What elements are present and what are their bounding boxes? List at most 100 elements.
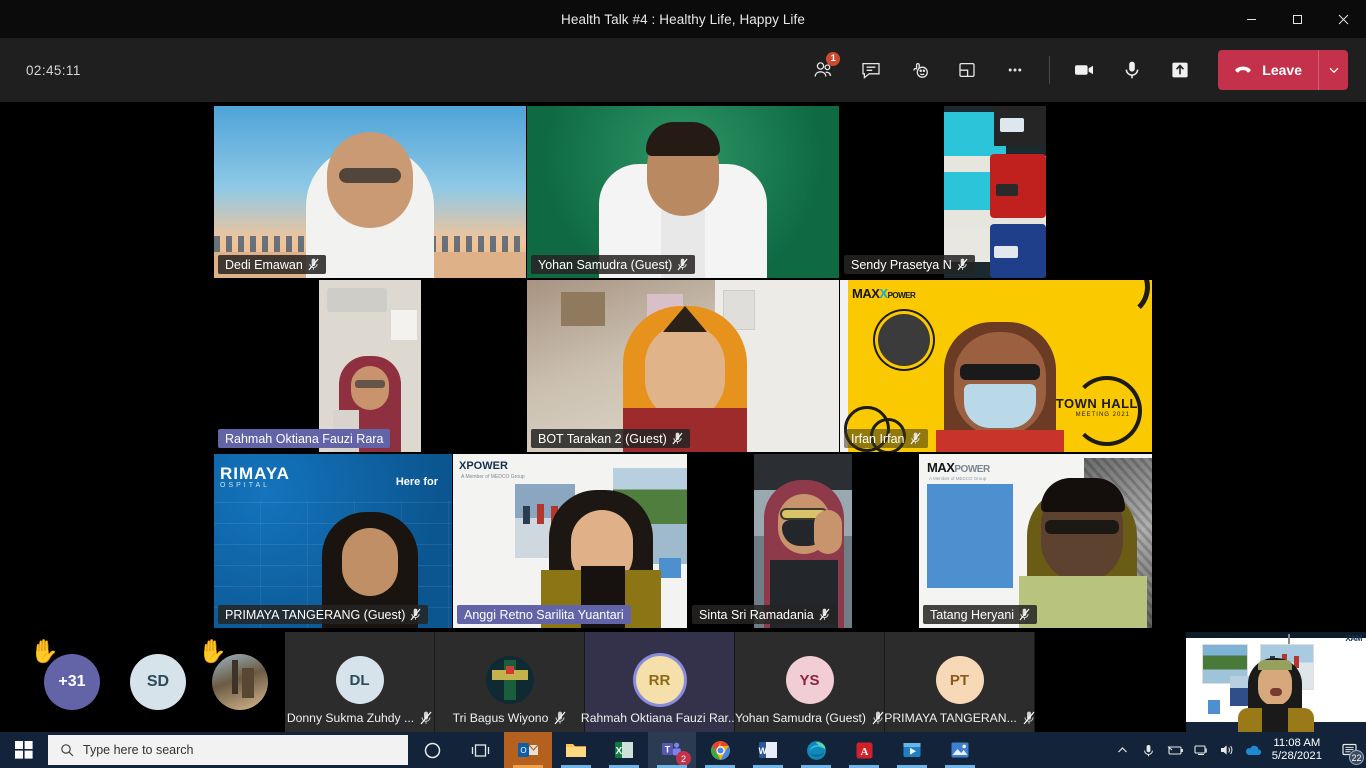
video-tile[interactable]: Rahmah Oktiana Fauzi Rara	[214, 280, 526, 452]
minimize-button[interactable]	[1228, 0, 1274, 38]
clock[interactable]: 11:08 AM 5/28/2021	[1266, 737, 1332, 763]
window-title: Health Talk #4 : Healthy Life, Happy Lif…	[561, 11, 805, 27]
video-feed	[688, 454, 918, 628]
video-tile[interactable]: XPOWER A Member of MEDCO Group Anggi Ret…	[453, 454, 687, 628]
roster-participant[interactable]: Tri Bagus Wiyono	[435, 632, 585, 732]
outlook-icon: O	[518, 743, 539, 757]
participant-nameplate: Dedi Emawan	[218, 255, 326, 274]
search-input[interactable]: Type here to search	[48, 735, 408, 765]
reactions-button[interactable]	[895, 48, 943, 92]
avatar: DL	[335, 656, 384, 704]
video-feed	[214, 106, 526, 278]
video-feed	[527, 106, 839, 278]
roster-avatar[interactable]: ✋	[198, 640, 268, 710]
notifications-button[interactable]: 22	[1332, 732, 1366, 768]
chat-button[interactable]	[847, 48, 895, 92]
participant-name: Sinta Sri Ramadania	[699, 607, 814, 622]
taskbar-app-word[interactable]: W	[744, 732, 792, 768]
taskbar-app-photos[interactable]	[936, 732, 984, 768]
roster-participant[interactable]: PT PRIMAYA TANGERAN...	[884, 632, 1035, 732]
more-actions-button[interactable]	[991, 48, 1039, 92]
chrome-icon	[710, 740, 730, 760]
people-button[interactable]: 1	[799, 48, 847, 92]
taskbar-app-edge[interactable]	[792, 732, 840, 768]
close-button[interactable]	[1320, 0, 1366, 38]
microphone-in-use-icon[interactable]	[1136, 732, 1162, 768]
network-icon[interactable]	[1188, 732, 1214, 768]
video-tile[interactable]: Sinta Sri Ramadania	[688, 454, 918, 628]
toolbar-actions: 1 Leave	[799, 38, 1348, 102]
roster-participant[interactable]: DL Donny Sukma Zuhdy ...	[285, 632, 435, 732]
video-feed: MAXPOWER A Member of MEDCO Group	[919, 454, 1152, 628]
mic-muted-icon	[957, 258, 968, 271]
show-hidden-icons-button[interactable]	[1110, 732, 1136, 768]
taskbar-app-teams[interactable]: T 2	[648, 732, 696, 768]
taskbar-app-file-explorer[interactable]	[552, 732, 600, 768]
edge-icon	[806, 740, 826, 760]
taskbar-app-movies-tv[interactable]	[888, 732, 936, 768]
svg-text:W: W	[759, 746, 768, 756]
video-tile[interactable]: BOT Tarakan 2 (Guest)	[527, 280, 839, 452]
participant-name: Irfan Irfan	[851, 431, 905, 446]
roster-participant-name: Rahmah Oktiana Fauzi Rar...	[580, 711, 739, 725]
clock-date: 5/28/2021	[1271, 750, 1322, 762]
video-tile[interactable]: Yohan Samudra (Guest)	[527, 106, 839, 278]
roster-overflow-group: +31 ✋ SD ✋	[0, 632, 285, 732]
roster-participant-name-row: Rahmah Oktiana Fauzi Rar...	[581, 711, 738, 725]
taskbar-app-outlook[interactable]: O	[504, 732, 552, 768]
video-tile[interactable]: MAXPOWER A Member of MEDCO Group Tatang …	[919, 454, 1152, 628]
mic-muted-icon	[308, 258, 319, 271]
roster-participant[interactable]: YS Yohan Samudra (Guest)	[735, 632, 885, 732]
participant-nameplate: Anggi Retno Sarilita Yuantari	[457, 605, 631, 624]
video-feed	[214, 280, 526, 452]
video-grid: Dedi Emawan Yohan Samudra (Guest) Sendy …	[214, 102, 1152, 632]
roster-avatar[interactable]: SD	[130, 654, 186, 710]
mic-muted-icon	[872, 711, 884, 725]
svg-text:O: O	[520, 746, 526, 755]
participant-nameplate: Sinta Sri Ramadania	[692, 605, 837, 624]
excel-icon: X	[615, 742, 633, 758]
start-button[interactable]	[0, 732, 48, 768]
participant-name: Tatang Heryani	[930, 607, 1015, 622]
video-tile[interactable]: Dedi Emawan	[214, 106, 526, 278]
maximize-restore-button[interactable]	[1274, 0, 1320, 38]
participant-name: Anggi Retno Sarilita Yuantari	[464, 607, 624, 622]
task-view-button[interactable]	[456, 732, 504, 768]
taskbar-app-chrome[interactable]	[696, 732, 744, 768]
participant-nameplate: BOT Tarakan 2 (Guest)	[531, 429, 690, 448]
video-tile[interactable]: MAXXPOWER TOWN HALL MEETING 2021 Irfan I…	[840, 280, 1152, 452]
meeting-toolbar: 02:45:11 1 Leave	[0, 38, 1366, 102]
roster-participant[interactable]: RR Rahmah Oktiana Fauzi Rar...	[581, 632, 738, 732]
onedrive-icon[interactable]	[1240, 732, 1266, 768]
microphone-button[interactable]	[1108, 48, 1156, 92]
share-content-button[interactable]	[1156, 48, 1204, 92]
participant-nameplate: Rahmah Oktiana Fauzi Rara	[218, 429, 391, 448]
participant-nameplate: PRIMAYA TANGERANG (Guest)	[218, 605, 429, 624]
leave-dropdown-caret[interactable]	[1318, 50, 1348, 90]
volume-icon[interactable]	[1214, 732, 1240, 768]
avatar: SD	[130, 654, 186, 710]
roster-participant-name-row: PRIMAYA TANGERAN...	[884, 711, 1035, 725]
video-feed: XPOWER A Member of MEDCO Group	[453, 454, 687, 628]
video-feed	[527, 280, 839, 452]
video-feed	[840, 106, 1152, 278]
cortana-button[interactable]	[408, 732, 456, 768]
mic-muted-icon	[554, 711, 566, 725]
battery-icon[interactable]	[1162, 732, 1188, 768]
video-tile[interactable]: RIMAYA OSPITAL Here for PRIMAYA TANGERAN…	[214, 454, 452, 628]
self-video-preview[interactable]: XAM	[1186, 632, 1366, 732]
taskbar-app-acrobat[interactable]: A	[840, 732, 888, 768]
mic-muted-icon	[672, 432, 683, 445]
leave-main[interactable]: Leave	[1218, 50, 1318, 90]
leave-button[interactable]: Leave	[1218, 50, 1348, 90]
overflow-count-avatar[interactable]: +31 ✋	[30, 640, 100, 710]
video-tile[interactable]: Sendy Prasetya N	[840, 106, 1152, 278]
avatar-initials: DL	[349, 671, 370, 689]
taskbar-app-excel[interactable]: X	[600, 732, 648, 768]
mic-muted-icon	[1023, 711, 1035, 725]
toolbar-divider	[1049, 56, 1051, 84]
avatar	[485, 656, 534, 704]
breakout-rooms-button[interactable]	[943, 48, 991, 92]
camera-button[interactable]	[1060, 48, 1108, 92]
system-tray: 11:08 AM 5/28/2021 22	[1110, 732, 1366, 768]
